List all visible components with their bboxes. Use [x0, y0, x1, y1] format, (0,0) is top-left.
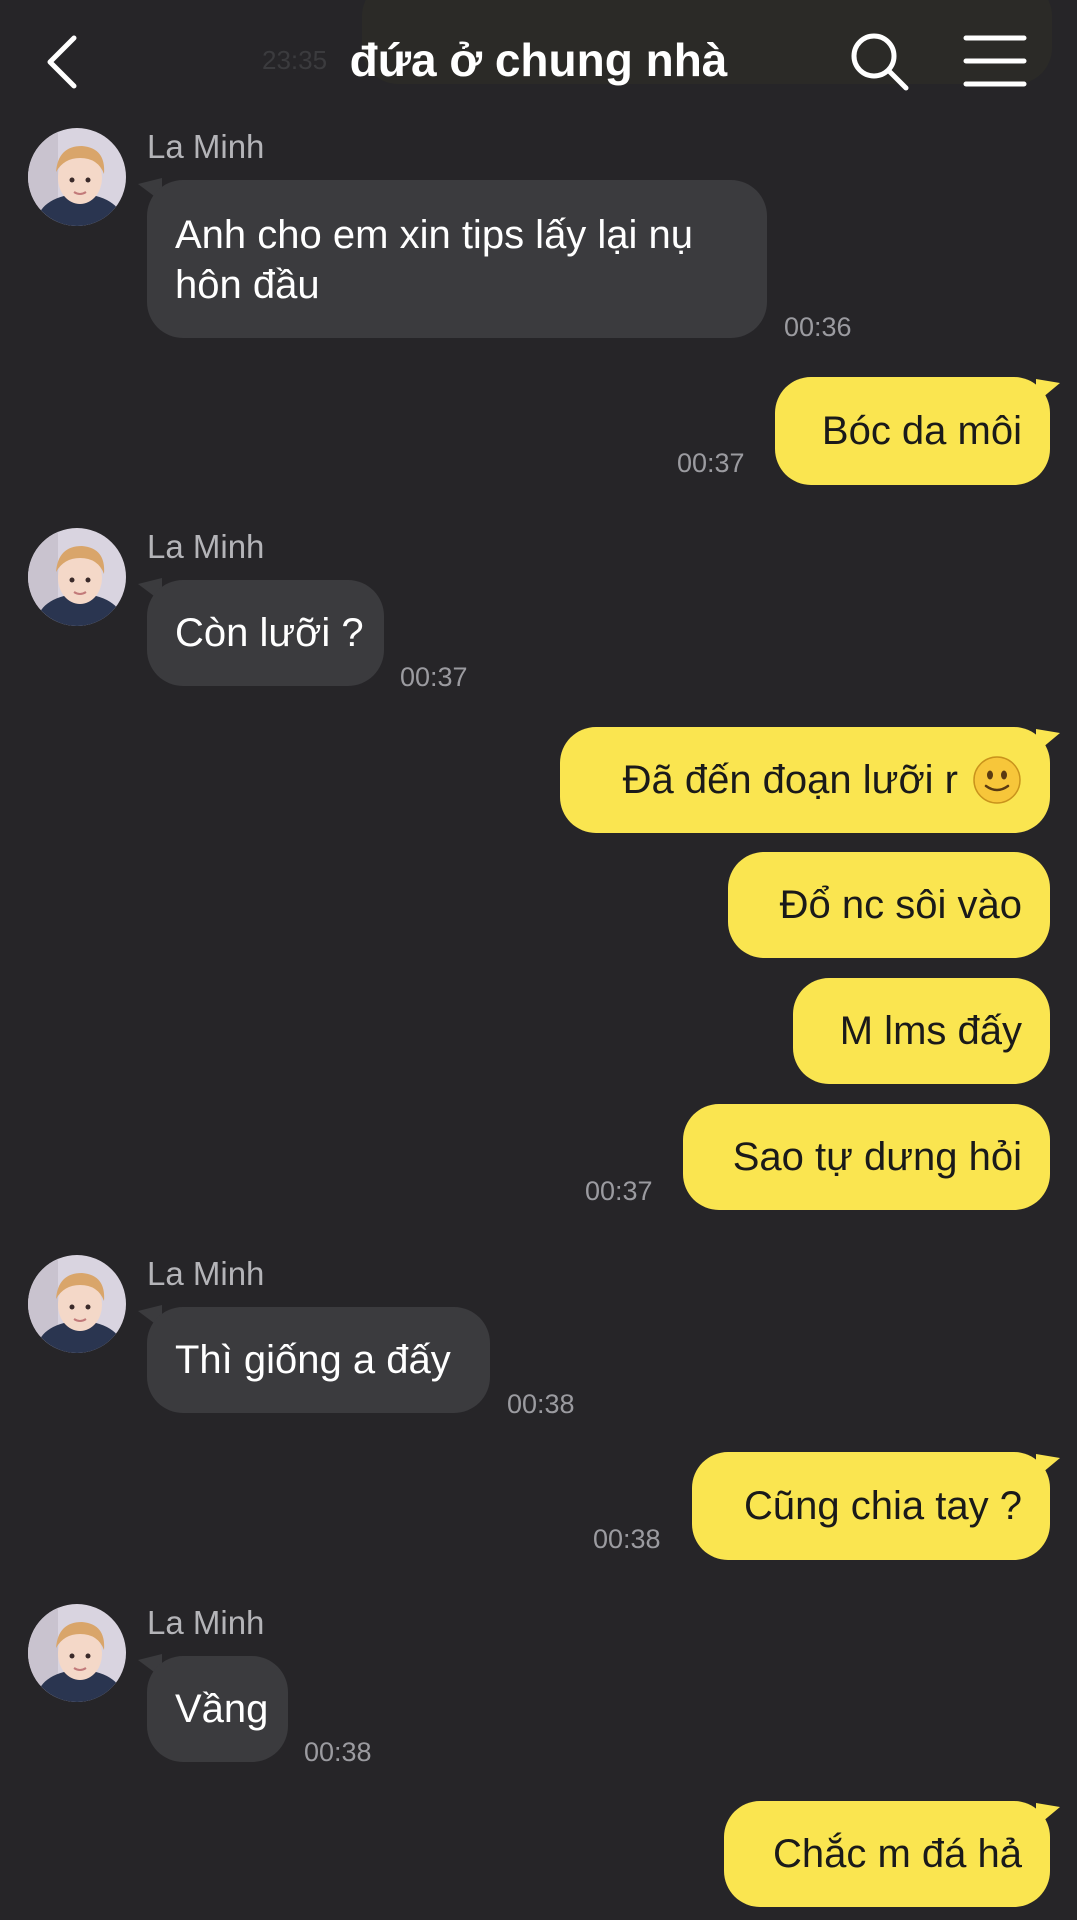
outgoing-message-bubble[interactable]: Cũng chia tay ? [692, 1452, 1050, 1560]
chat-title: đứa ở chung nhà [349, 34, 728, 86]
message-text: Bóc da môi [821, 409, 1022, 453]
outgoing-message-bubble[interactable]: Đã đến đoạn lưỡi r [560, 727, 1050, 833]
message-text: Vầng [175, 1687, 269, 1731]
avatar[interactable] [28, 128, 126, 226]
message-text: Thì giống a đấy [175, 1338, 451, 1382]
outgoing-message-bubble[interactable]: Chắc m đá hả [724, 1801, 1050, 1907]
message-text: M lms đấy [839, 1009, 1022, 1053]
message-time: 00:36 [784, 312, 852, 342]
sender-name: La Minh [147, 128, 265, 165]
outgoing-bubble-tail [1036, 1803, 1060, 1827]
search-button[interactable] [848, 30, 912, 94]
sender-name: La Minh [147, 1604, 265, 1641]
outgoing-bubble-tail [1036, 729, 1060, 753]
message-text: Đổ nc sôi vào [779, 883, 1022, 927]
slightly-smiling-face-emoji [973, 756, 1021, 804]
outgoing-bubble-tail [1036, 379, 1060, 403]
search-icon [851, 33, 909, 91]
message-time: 00:38 [593, 1524, 661, 1554]
outgoing-message-bubble[interactable]: Sao tự dưng hỏi [683, 1104, 1050, 1210]
message-time: 00:37 [400, 662, 468, 692]
incoming-message-bubble[interactable]: Còn lưỡi ? [147, 580, 384, 686]
profile-photo [28, 128, 126, 226]
menu-button[interactable] [962, 32, 1028, 90]
sender-name: La Minh [147, 1255, 265, 1292]
message-text: Đã đến đoạn lưỡi r [622, 758, 958, 802]
message-text: Anh cho em xin tips lấy lại nụ hôn đầu [175, 213, 694, 307]
message-time: 00:37 [585, 1176, 653, 1206]
avatar[interactable] [28, 1604, 126, 1702]
outgoing-bubble-tail [1036, 1454, 1060, 1478]
profile-photo [28, 1604, 126, 1702]
message-text: Chắc m đá hả [772, 1832, 1022, 1876]
hamburger-menu-icon [963, 35, 1027, 87]
avatar[interactable] [28, 528, 126, 626]
incoming-message-bubble[interactable]: Vầng [147, 1656, 288, 1762]
message-time: 00:37 [677, 448, 745, 478]
message-text: Sao tự dưng hỏi [732, 1135, 1022, 1179]
incoming-message-bubble[interactable]: Thì giống a đấy [147, 1307, 490, 1413]
avatar[interactable] [28, 1255, 126, 1353]
profile-photo [28, 528, 126, 626]
message-text: Cũng chia tay ? [744, 1484, 1022, 1528]
profile-photo [28, 1255, 126, 1353]
sender-name: La Minh [147, 528, 265, 565]
outgoing-message-bubble[interactable]: Bóc da môi [775, 377, 1050, 485]
message-time: 00:38 [507, 1389, 575, 1419]
message-text: Còn lưỡi ? [175, 611, 364, 655]
outgoing-message-bubble[interactable]: M lms đấy [793, 978, 1050, 1084]
message-time: 00:38 [304, 1737, 372, 1767]
outgoing-message-bubble[interactable]: Đổ nc sôi vào [728, 852, 1050, 958]
incoming-message-bubble[interactable]: Anh cho em xin tips lấy lại nụ hôn đầu [147, 180, 767, 338]
